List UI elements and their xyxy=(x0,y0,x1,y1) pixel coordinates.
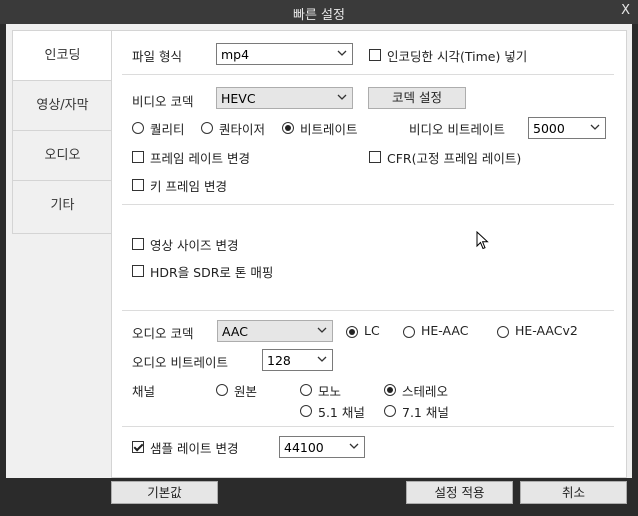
insert-time-checkbox[interactable] xyxy=(369,49,381,61)
chevron-down-icon xyxy=(337,94,347,100)
audio-codec-select[interactable]: AAC xyxy=(217,320,333,342)
apply-settings-button[interactable]: 설정 적용 xyxy=(406,481,513,504)
aac-lc-label: LC xyxy=(364,323,380,338)
aac-hev2-radio[interactable] xyxy=(497,326,509,338)
chevron-down-icon xyxy=(317,327,327,333)
file-format-value: mp4 xyxy=(221,47,250,62)
divider xyxy=(122,310,614,311)
file-format-select[interactable]: mp4 xyxy=(216,43,353,65)
change-keyframe-checkbox[interactable] xyxy=(132,179,144,191)
change-samplerate-label: 샘플 레이트 변경 xyxy=(150,441,239,456)
mouse-cursor-icon xyxy=(476,231,489,250)
chevron-down-icon xyxy=(337,50,347,56)
aac-lc-radio[interactable] xyxy=(346,326,358,338)
change-video-size-label: 영상 사이즈 변경 xyxy=(150,238,239,253)
video-bitrate-value: 5000 xyxy=(533,121,565,136)
sidebar: 인코딩 영상/자막 오디오 기타 xyxy=(12,30,113,234)
mode-quality-radio[interactable] xyxy=(132,122,144,134)
change-framerate-label: 프레임 레이트 변경 xyxy=(150,151,250,166)
channel-mono-radio[interactable] xyxy=(300,384,312,396)
channel-original-label: 원본 xyxy=(234,384,258,399)
hdr-to-sdr-label: HDR을 SDR로 톤 매핑 xyxy=(150,265,274,280)
chevron-down-icon xyxy=(590,124,600,130)
aac-he-radio[interactable] xyxy=(403,326,415,338)
sidebar-item-video-subtitle[interactable]: 영상/자막 xyxy=(13,81,112,131)
mode-quality-label: 퀄리티 xyxy=(150,122,185,137)
window-title: 빠른 설정 xyxy=(293,8,345,23)
video-bitrate-label: 비디오 비트레이트 xyxy=(409,122,505,137)
aac-he-label: HE-AAC xyxy=(421,323,469,338)
sidebar-item-etc[interactable]: 기타 xyxy=(13,181,112,231)
divider xyxy=(122,204,614,205)
cfr-label: CFR(고정 프레임 레이트) xyxy=(387,151,522,166)
cancel-button[interactable]: 취소 xyxy=(520,481,627,504)
file-format-label: 파일 형식 xyxy=(132,49,182,64)
sidebar-item-encoding[interactable]: 인코딩 xyxy=(13,31,112,81)
channel-5-1-radio[interactable] xyxy=(300,405,312,417)
change-keyframe-label: 키 프레임 변경 xyxy=(150,179,227,194)
divider xyxy=(122,74,614,75)
video-codec-value: HEVC xyxy=(221,91,256,106)
change-framerate-checkbox[interactable] xyxy=(132,151,144,163)
channel-original-radio[interactable] xyxy=(216,384,228,396)
video-codec-label: 비디오 코덱 xyxy=(132,94,194,109)
change-samplerate-checkbox[interactable] xyxy=(132,441,144,453)
audio-bitrate-value: 128 xyxy=(267,353,291,368)
audio-bitrate-label: 오디오 비트레이트 xyxy=(132,355,228,370)
audio-codec-label: 오디오 코덱 xyxy=(132,326,194,341)
audio-codec-value: AAC xyxy=(222,324,248,339)
codec-settings-button[interactable]: 코덱 설정 xyxy=(368,87,466,109)
insert-time-label: 인코딩한 시각(Time) 넣기 xyxy=(387,49,528,64)
samplerate-select[interactable]: 44100 xyxy=(279,436,365,458)
channel-stereo-radio[interactable] xyxy=(384,384,396,396)
video-codec-select[interactable]: HEVC xyxy=(216,87,353,109)
change-video-size-checkbox[interactable] xyxy=(132,238,144,250)
mode-bitrate-label: 비트레이트 xyxy=(300,122,358,137)
mode-quantizer-radio[interactable] xyxy=(201,122,213,134)
channel-5-1-label: 5.1 채널 xyxy=(318,405,365,420)
encoding-panel: 파일 형식 mp4 인코딩한 시각(Time) 넣기 비디오 코덱 HEVC 코… xyxy=(111,30,627,478)
title-bar: 빠른 설정 X xyxy=(0,0,638,24)
channel-7-1-label: 7.1 채널 xyxy=(402,405,449,420)
chevron-down-icon xyxy=(317,356,327,362)
chevron-down-icon xyxy=(349,443,359,449)
sidebar-item-audio[interactable]: 오디오 xyxy=(13,131,112,181)
close-button[interactable]: X xyxy=(621,3,630,18)
samplerate-value: 44100 xyxy=(284,440,324,455)
aac-hev2-label: HE-AACv2 xyxy=(515,323,578,338)
video-bitrate-select[interactable]: 5000 xyxy=(528,117,606,139)
channel-label: 채널 xyxy=(132,384,156,399)
channel-7-1-radio[interactable] xyxy=(384,405,396,417)
hdr-to-sdr-checkbox[interactable] xyxy=(132,265,144,277)
cfr-checkbox[interactable] xyxy=(369,151,381,163)
channel-stereo-label: 스테레오 xyxy=(402,384,449,399)
default-button[interactable]: 기본값 xyxy=(111,481,218,504)
mode-quantizer-label: 퀀타이저 xyxy=(219,122,266,137)
mode-bitrate-radio[interactable] xyxy=(282,122,294,134)
channel-mono-label: 모노 xyxy=(318,384,342,399)
audio-bitrate-select[interactable]: 128 xyxy=(262,349,333,371)
divider xyxy=(122,426,614,427)
